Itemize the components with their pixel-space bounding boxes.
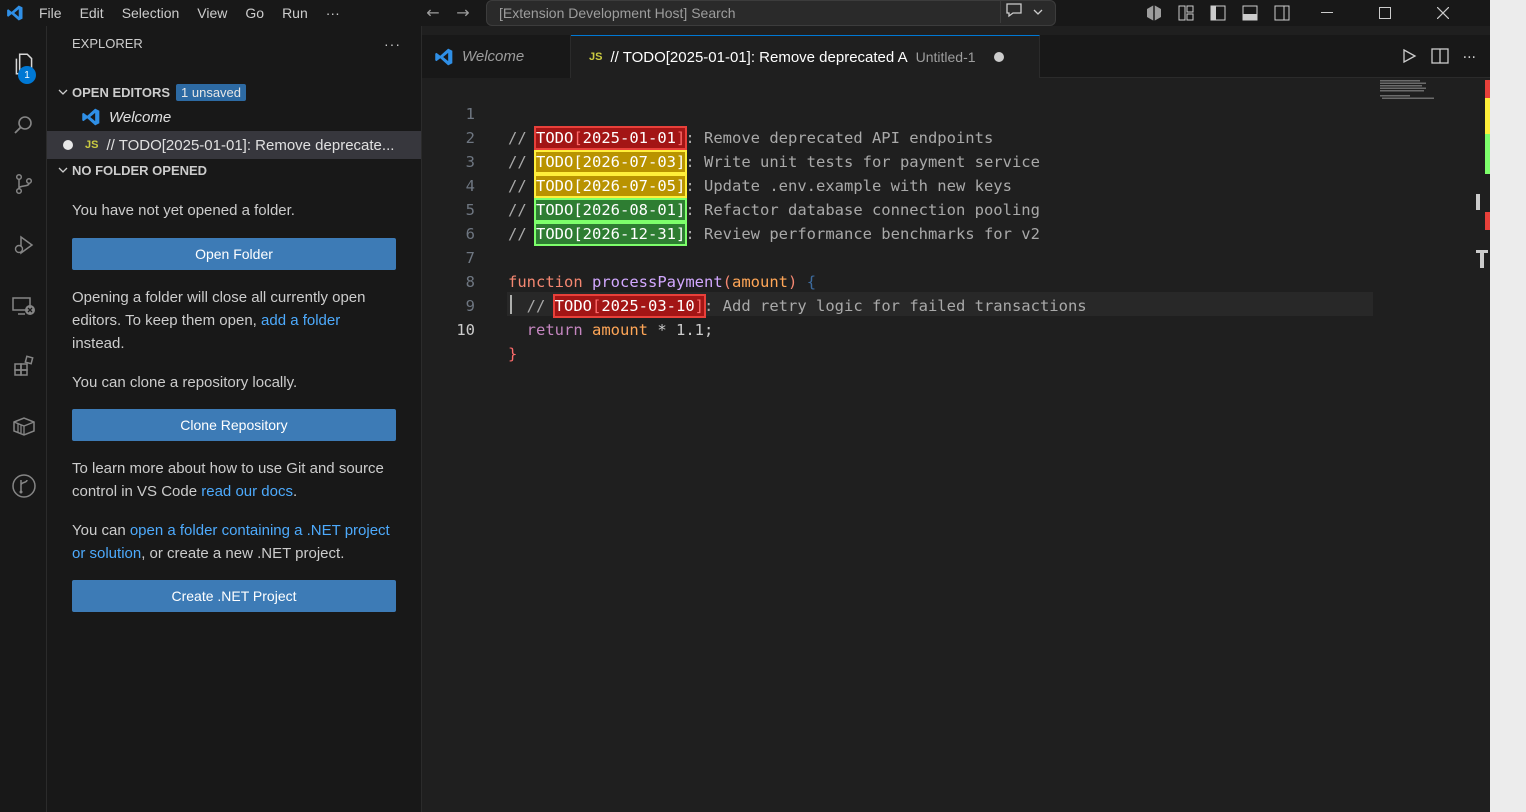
code-line: 8 // TODO[2025-03-10]: Add retry logic f… xyxy=(422,246,1490,318)
minimap[interactable] xyxy=(1380,80,1444,100)
close-icon[interactable] xyxy=(1414,0,1472,26)
unsaved-dot-icon[interactable] xyxy=(993,52,1004,62)
toggle-secondary-sidebar-icon[interactable] xyxy=(1266,0,1298,26)
vscode-icon xyxy=(81,107,101,127)
containers-icon[interactable] xyxy=(0,402,47,450)
tab-welcome[interactable]: Welcome xyxy=(422,35,571,78)
editor-scrollbar[interactable] xyxy=(1476,78,1490,812)
run-icon[interactable] xyxy=(1401,48,1417,68)
open-editors-title: OPEN EDITORS xyxy=(72,84,171,100)
back-arrow-icon[interactable]: ← xyxy=(424,3,442,22)
code-line: 7 function processPayment(amount) { xyxy=(422,222,1490,291)
add-folder-link[interactable]: add a folder xyxy=(261,312,340,329)
tab-untitled-1[interactable]: JS // TODO[2025-01-01]: Remove deprecate… xyxy=(571,35,1040,78)
tab-label: Welcome xyxy=(462,48,525,65)
desktop-background xyxy=(1490,0,1526,812)
menu-selection[interactable]: Selection xyxy=(113,0,189,26)
js-icon: JS xyxy=(85,139,99,151)
create-dotnet-project-button[interactable]: Create .NET Project xyxy=(72,580,396,612)
chevron-down-icon xyxy=(1033,5,1043,20)
chat-sparkle-icon xyxy=(1005,2,1023,22)
vscode-logo-icon xyxy=(0,0,30,26)
menu-go[interactable]: Go xyxy=(236,0,273,26)
remote-explorer-icon[interactable] xyxy=(0,282,47,330)
code-line: 5 // TODO[2026-12-31]: Review performanc… xyxy=(422,174,1490,246)
open-editor-label: Welcome xyxy=(109,108,172,126)
split-editor-icon[interactable] xyxy=(1430,48,1449,68)
text-cursor xyxy=(510,295,512,314)
open-folder-warning: Opening a folder will close all currentl… xyxy=(72,289,366,352)
code-line: 3 // TODO[2026-07-05]: Update .env.examp… xyxy=(422,126,1490,198)
vscode-icon xyxy=(434,47,454,67)
open-editor-welcome[interactable]: Welcome xyxy=(47,103,421,131)
code-line: 4 // TODO[2026-08-01]: Refactor database… xyxy=(422,150,1490,222)
toggle-panel-icon[interactable] xyxy=(1234,0,1266,26)
clone-repository-button[interactable]: Clone Repository xyxy=(72,409,396,441)
code-line: 9 return amount * 1.1; xyxy=(422,270,1490,339)
menu-run[interactable]: Run xyxy=(273,0,317,26)
explorer-sidebar: EXPLORER ··· OPEN EDITORS 1 unsaved Welc… xyxy=(47,26,422,812)
extensions-icon[interactable] xyxy=(0,342,47,390)
tab-label: // TODO[2025-01-01]: Remove deprecated A xyxy=(610,48,908,66)
menu-view[interactable]: View xyxy=(188,0,236,26)
command-center-search[interactable]: [Extension Development Host] Search xyxy=(486,0,1056,26)
chevron-down-icon xyxy=(54,88,72,96)
maximize-icon[interactable] xyxy=(1356,0,1414,26)
copilot-icon[interactable] xyxy=(1138,0,1170,26)
clone-text: You can clone a repository locally. xyxy=(72,374,298,391)
code-line: 2 // TODO[2026-07-03]: Write unit tests … xyxy=(422,102,1490,174)
chat-button[interactable] xyxy=(1000,1,1054,23)
no-folder-header[interactable]: NO FOLDER OPENED xyxy=(47,159,421,181)
open-editor-label: // TODO[2025-01-01]: Remove deprecate... xyxy=(106,136,395,154)
open-editors-header[interactable]: OPEN EDITORS 1 unsaved xyxy=(47,81,421,103)
js-icon: JS xyxy=(589,51,603,63)
forward-arrow-icon[interactable]: → xyxy=(454,3,472,22)
explorer-badge: 1 xyxy=(18,66,36,84)
no-folder-title: NO FOLDER OPENED xyxy=(72,162,208,178)
menu-edit[interactable]: Edit xyxy=(71,0,113,26)
toggle-primary-sidebar-icon[interactable] xyxy=(1202,0,1234,26)
tab-description: Untitled-1 xyxy=(915,49,976,65)
minimize-icon[interactable] xyxy=(1298,0,1356,26)
editor-tab-bar: Welcome JS // TODO[2025-01-01]: Remove d… xyxy=(422,35,1490,78)
run-debug-icon[interactable] xyxy=(0,221,47,269)
no-folder-text: You have not yet opened a folder. xyxy=(72,202,295,219)
chevron-down-icon xyxy=(54,166,72,174)
unsaved-badge: 1 unsaved xyxy=(176,83,247,101)
menu-file[interactable]: File xyxy=(30,0,71,26)
menu-overflow[interactable]: ··· xyxy=(317,0,349,26)
git-graph-icon[interactable] xyxy=(0,462,47,510)
git-docs-text: To learn more about how to use Git and s… xyxy=(72,460,384,500)
activity-bar: 1 xyxy=(0,26,47,812)
sidebar-title: EXPLORER xyxy=(72,36,143,51)
code-line: 1 // TODO[2025-01-01]: Remove deprecated… xyxy=(422,78,1490,150)
unsaved-dot-icon[interactable] xyxy=(63,140,73,150)
source-control-icon[interactable] xyxy=(0,160,47,208)
open-editor-untitled[interactable]: JS // TODO[2025-01-01]: Remove deprecate… xyxy=(47,131,421,159)
more-actions-icon[interactable]: ··· xyxy=(384,36,401,52)
read-docs-link[interactable]: read our docs xyxy=(201,483,293,500)
customize-layout-icon[interactable] xyxy=(1170,0,1202,26)
code-line: 6 xyxy=(422,198,1490,243)
dotnet-text: You can open a folder containing a .NET … xyxy=(72,522,390,562)
menu-bar: File Edit Selection View Go Run ··· xyxy=(30,0,349,26)
title-bar: File Edit Selection View Go Run ··· ← → … xyxy=(0,0,1490,26)
code-editor[interactable]: 1 // TODO[2025-01-01]: Remove deprecated… xyxy=(422,78,1490,812)
more-actions-icon[interactable]: ··· xyxy=(1463,50,1476,66)
command-center-text: [Extension Development Host] Search xyxy=(499,5,736,21)
open-folder-button[interactable]: Open Folder xyxy=(72,238,396,270)
search-icon[interactable] xyxy=(0,101,47,149)
line-number: 10 xyxy=(456,321,475,339)
code-line: 10 } xyxy=(422,294,1490,363)
